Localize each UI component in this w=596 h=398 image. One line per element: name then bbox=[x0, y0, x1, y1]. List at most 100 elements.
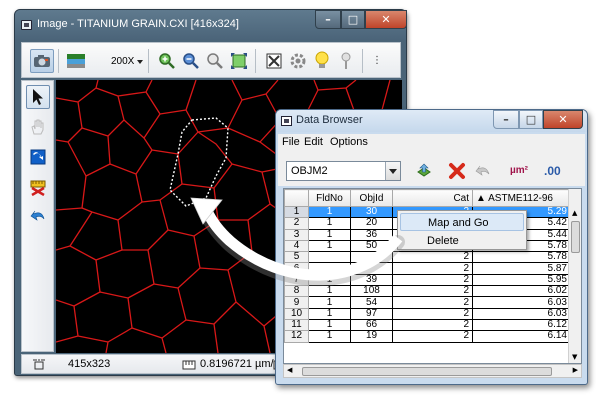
cell-fldno[interactable]: 1 bbox=[308, 239, 351, 253]
zoom-out-icon[interactable] bbox=[179, 49, 203, 73]
cell-fldno[interactable]: 1 bbox=[308, 307, 351, 320]
fit-window-icon[interactable] bbox=[227, 49, 251, 73]
cell-objid[interactable]: 30 bbox=[350, 205, 393, 219]
horizontal-scroll-thumb[interactable] bbox=[302, 367, 552, 376]
cell-fldno[interactable]: 1 bbox=[308, 205, 351, 219]
map-icon[interactable] bbox=[26, 145, 50, 169]
cell-fldno[interactable] bbox=[308, 251, 351, 264]
chevron-down-icon[interactable] bbox=[385, 162, 400, 180]
menu-file[interactable]: File bbox=[282, 136, 300, 148]
db-close-button[interactable]: ✕ bbox=[543, 110, 583, 129]
scroll-left-icon[interactable]: ◀ bbox=[287, 366, 292, 374]
color-depth-icon[interactable] bbox=[64, 49, 88, 73]
cell-cat[interactable]: 2 bbox=[392, 318, 473, 332]
toolbar-overflow-icon[interactable]: ⋮ bbox=[372, 55, 382, 66]
cell-astm[interactable]: 5.95 bbox=[472, 273, 571, 287]
table-row[interactable]: 7 1 39 2 5.95 bbox=[284, 273, 571, 287]
cell-fldno[interactable]: 1 bbox=[308, 273, 351, 287]
horizontal-scrollbar[interactable]: ◀ ▶ bbox=[283, 364, 582, 378]
row-number[interactable]: 1 bbox=[284, 205, 309, 219]
cell-objid[interactable]: 108 bbox=[350, 285, 393, 298]
cell-astm[interactable]: 6.03 bbox=[472, 296, 571, 309]
cell-fldno[interactable]: 1 bbox=[308, 228, 351, 241]
cell-objid[interactable]: 36 bbox=[350, 228, 393, 241]
vertical-scrollbar[interactable]: ▲ ▼ bbox=[568, 189, 581, 363]
zoom-fit-icon[interactable] bbox=[203, 49, 227, 73]
cell-cat[interactable]: 2 bbox=[392, 262, 473, 275]
zoom-level[interactable]: 200X bbox=[111, 56, 134, 67]
hand-icon[interactable] bbox=[26, 115, 50, 139]
menu-item-map-and-go[interactable]: Map and Go bbox=[400, 213, 524, 231]
cell-astm[interactable]: 6.14 bbox=[472, 330, 571, 343]
row-number[interactable]: 2 bbox=[284, 217, 309, 230]
cell-objid[interactable] bbox=[350, 251, 393, 264]
cell-objid[interactable]: 20 bbox=[350, 217, 393, 230]
cell-objid[interactable]: 50 bbox=[350, 239, 393, 253]
cell-astm[interactable]: 5.78 bbox=[472, 251, 571, 264]
cell-fldno[interactable]: 1 bbox=[308, 285, 351, 298]
cell-objid[interactable]: 39 bbox=[350, 273, 393, 287]
row-number[interactable]: 9 bbox=[284, 296, 309, 309]
cell-astm[interactable]: 6.12 bbox=[472, 318, 571, 332]
data-browser-titlebar[interactable]: Data Browser – □ ✕ bbox=[276, 110, 587, 132]
scroll-up-icon[interactable]: ▲ bbox=[572, 209, 577, 217]
cell-objid[interactable]: 97 bbox=[350, 307, 393, 320]
cell-cat[interactable]: 2 bbox=[392, 307, 473, 320]
table-row[interactable]: 12 1 19 2 6.14 bbox=[284, 330, 571, 343]
scroll-down-icon[interactable]: ▼ bbox=[572, 353, 577, 361]
cell-objid[interactable]: 66 bbox=[350, 318, 393, 332]
column-header-fldno[interactable]: FldNo bbox=[308, 189, 351, 207]
row-number[interactable]: 12 bbox=[284, 330, 309, 343]
minimize-button[interactable]: – bbox=[315, 10, 341, 29]
row-number[interactable]: 3 bbox=[284, 228, 309, 241]
row-number[interactable]: 6 bbox=[284, 262, 309, 275]
row-number[interactable]: 4 bbox=[284, 239, 309, 253]
delete-icon[interactable] bbox=[446, 160, 468, 182]
cell-objid[interactable]: 54 bbox=[350, 296, 393, 309]
row-number[interactable]: 10 bbox=[284, 307, 309, 320]
scroll-right-icon[interactable]: ▶ bbox=[573, 366, 578, 374]
cell-cat[interactable]: 2 bbox=[392, 285, 473, 298]
object-selector[interactable]: OBJM2 bbox=[286, 161, 401, 181]
cell-fldno[interactable]: 1 bbox=[308, 296, 351, 309]
cell-cat[interactable]: 2 bbox=[392, 296, 473, 309]
db-maximize-button[interactable]: □ bbox=[519, 110, 543, 129]
row-number[interactable]: 8 bbox=[284, 285, 309, 298]
menu-edit[interactable]: Edit bbox=[304, 136, 323, 148]
camera-icon[interactable] bbox=[30, 49, 54, 73]
cell-astm[interactable]: 6.03 bbox=[472, 307, 571, 320]
cell-cat[interactable]: 2 bbox=[392, 330, 473, 343]
cell-fldno[interactable]: 1 bbox=[308, 217, 351, 230]
image-window-titlebar[interactable]: Image - TITANIUM GRAIN.CXI [416x324] – □… bbox=[15, 10, 407, 40]
table-row[interactable]: 6 2 5.87 bbox=[284, 262, 571, 275]
pointer-icon[interactable] bbox=[26, 85, 50, 109]
crop-icon[interactable] bbox=[262, 49, 286, 73]
db-minimize-button[interactable]: – bbox=[493, 110, 519, 129]
chevron-down-icon[interactable] bbox=[137, 60, 143, 64]
menu-item-delete[interactable]: Delete bbox=[400, 232, 524, 250]
undo-icon[interactable] bbox=[26, 205, 50, 229]
column-header-objid[interactable]: ObjId bbox=[350, 189, 393, 207]
row-number[interactable]: 11 bbox=[284, 318, 309, 332]
table-row[interactable]: 5 2 5.78 bbox=[284, 251, 571, 264]
column-header-cat[interactable]: Cat bbox=[392, 189, 473, 207]
table-row[interactable]: 9 1 54 2 6.03 bbox=[284, 296, 571, 309]
bulb-icon[interactable] bbox=[310, 49, 334, 73]
cell-astm[interactable]: 5.87 bbox=[472, 262, 571, 275]
zoom-in-icon[interactable] bbox=[155, 49, 179, 73]
cell-astm[interactable]: 6.02 bbox=[472, 285, 571, 298]
cell-objid[interactable]: 19 bbox=[350, 330, 393, 343]
pin-icon[interactable] bbox=[334, 49, 358, 73]
table-row[interactable]: 10 1 97 2 6.03 bbox=[284, 307, 571, 320]
table-row[interactable]: 8 1 108 2 6.02 bbox=[284, 285, 571, 298]
undo-icon[interactable] bbox=[472, 160, 494, 182]
menu-options[interactable]: Options bbox=[330, 136, 368, 148]
table-row[interactable]: 11 1 66 2 6.12 bbox=[284, 318, 571, 332]
column-header-astm[interactable]: ▲ ASTME112-96 bbox=[472, 189, 571, 207]
settings-icon[interactable] bbox=[286, 49, 310, 73]
cell-fldno[interactable]: 1 bbox=[308, 330, 351, 343]
row-number[interactable]: 5 bbox=[284, 251, 309, 264]
cell-cat[interactable]: 2 bbox=[392, 273, 473, 287]
cell-fldno[interactable] bbox=[308, 262, 351, 275]
row-number[interactable]: 7 bbox=[284, 273, 309, 287]
